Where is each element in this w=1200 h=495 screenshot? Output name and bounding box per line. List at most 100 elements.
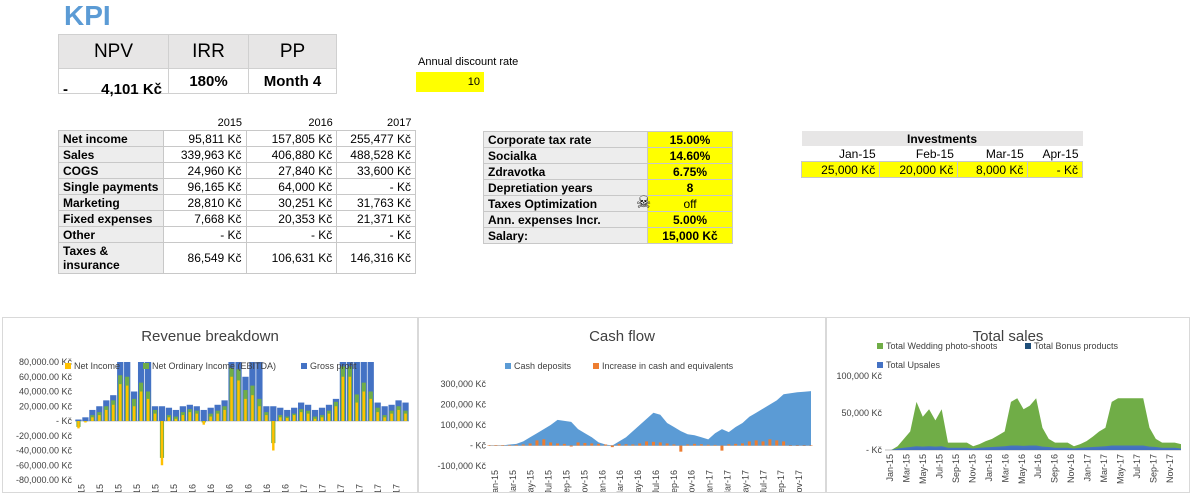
x-tick-label: Mar-17 xyxy=(318,484,328,492)
cell[interactable]: - Kč xyxy=(162,226,247,243)
x-tick-label: Jan-17 xyxy=(705,470,715,492)
param-value[interactable]: 8 xyxy=(647,179,733,196)
cell[interactable]: 33,600 Kč xyxy=(336,162,416,179)
bar xyxy=(270,406,277,421)
legend-swatch xyxy=(65,363,71,369)
param-value[interactable]: off xyxy=(647,195,733,212)
bar xyxy=(782,441,786,446)
bar xyxy=(376,412,379,421)
bar xyxy=(590,443,594,446)
bar xyxy=(576,442,580,446)
bar xyxy=(209,416,212,421)
cell[interactable]: - Kč xyxy=(336,226,416,243)
bar xyxy=(362,391,365,421)
investment-month: Feb-15 xyxy=(915,146,954,161)
cell[interactable]: - Kč xyxy=(336,178,416,195)
bar xyxy=(775,440,779,446)
kpi-irr-value[interactable]: 180% xyxy=(168,68,249,94)
cell[interactable]: 27,840 Kč xyxy=(245,162,338,179)
kpi-table: NPV IRR PP - 4,101 Kč 180% Month 4 xyxy=(58,34,337,98)
cell[interactable]: 95,811 Kč xyxy=(162,130,247,147)
cell[interactable]: 31,763 Kč xyxy=(336,194,416,211)
cell[interactable]: 21,371 Kč xyxy=(336,210,416,227)
x-tick-label: Jul-16 xyxy=(1033,454,1043,479)
cell[interactable]: 86,549 Kč xyxy=(162,242,247,274)
total-sales-chart[interactable]: Total sales 100,000 Kč 50,000 Kč - Kč Jan-1… xyxy=(826,317,1190,493)
kpi-pp-value[interactable]: Month 4 xyxy=(248,68,337,94)
cell[interactable]: 146,316 Kč xyxy=(336,242,416,274)
x-tick-label: Nov-16 xyxy=(280,484,290,492)
kpi-header-npv: NPV xyxy=(58,34,169,69)
param-value[interactable]: 15,000 Kč xyxy=(647,227,733,244)
param-value[interactable]: 6.75% xyxy=(647,163,733,180)
y-tick-label: -60,000.00 Kč xyxy=(16,460,73,470)
investment-value[interactable]: 8,000 Kč xyxy=(957,161,1029,178)
bar xyxy=(521,444,525,446)
bar xyxy=(768,439,772,446)
x-tick-label: Jan-15 xyxy=(490,470,500,492)
param-label: Taxes Optimization xyxy=(488,196,598,211)
bar xyxy=(542,439,546,446)
param-value[interactable]: 15.00% xyxy=(647,131,733,148)
x-tick-label: May-17 xyxy=(740,470,750,492)
cash-flow-plot: 300,000 Kč 200,000 Kč 100,000 Kč - Kč -100,0… xyxy=(437,361,813,492)
bar xyxy=(125,385,129,421)
cell[interactable]: 157,805 Kč xyxy=(245,130,338,147)
cell[interactable]: 106,631 Kč xyxy=(245,242,338,274)
x-tick-label: Jan-16 xyxy=(188,484,198,492)
cell[interactable]: 20,353 Kč xyxy=(245,210,338,227)
param-value[interactable]: 14.60% xyxy=(647,147,733,164)
bar xyxy=(132,406,136,421)
cell[interactable]: 24,960 Kč xyxy=(162,162,247,179)
cell[interactable]: 30,251 Kč xyxy=(245,194,338,211)
kpi-header-pp: PP xyxy=(248,34,337,69)
bar xyxy=(216,413,219,421)
y-tick-label: 100,000 Kč xyxy=(440,420,486,430)
bar xyxy=(174,418,178,421)
legend-label: Gross profit xyxy=(310,361,357,371)
param-value[interactable]: 5.00% xyxy=(647,211,733,228)
cell[interactable]: 96,165 Kč xyxy=(162,178,247,195)
y-tick-label: 40,000.00 Kč xyxy=(19,387,73,397)
investment-value[interactable]: 25,000 Kč xyxy=(800,161,881,178)
bar xyxy=(320,417,324,421)
param-label: Corporate tax rate xyxy=(483,131,648,148)
skull-icon[interactable]: ☠ xyxy=(636,193,651,213)
x-tick-label: Sep-17 xyxy=(373,484,383,492)
revenue-breakdown-plot: 80,000.00 Kč 60,000.00 Kč 40,000.00 Kč 20,0… xyxy=(16,357,409,492)
bar xyxy=(98,415,101,421)
bar xyxy=(258,406,261,421)
kpi-npv-cell[interactable]: - 4,101 Kč xyxy=(58,68,169,98)
cell[interactable]: 406,880 Kč xyxy=(245,146,338,163)
x-tick-label: Sep-15 xyxy=(151,484,161,492)
x-tick-label: Mar-15 xyxy=(508,470,518,492)
discount-rate-input[interactable]: 10 xyxy=(416,72,484,92)
cash-flow-chart[interactable]: Cash flow 300,000 Kč 200,000 Kč 100,000 Kč… xyxy=(418,317,826,493)
legend-swatch xyxy=(593,363,599,369)
cell[interactable]: 255,477 Kč xyxy=(336,130,416,147)
revenue-breakdown-chart[interactable]: Revenue breakdown 80,000.00 Kč 60,000.00 … xyxy=(2,317,418,493)
y-tick-label: - Kč xyxy=(470,441,487,451)
investment-value[interactable]: 20,000 Kč xyxy=(879,161,959,178)
param-label: Zdravotka xyxy=(483,163,648,180)
table-row: Single payments 96,165 Kč 64,000 Kč - Kč xyxy=(58,178,416,195)
cell[interactable]: 7,668 Kč xyxy=(162,210,247,227)
row-label: Taxes & insurance xyxy=(58,242,164,274)
investment-value[interactable]: - Kč xyxy=(1027,161,1083,178)
cell[interactable]: 339,963 Kč xyxy=(162,146,247,163)
cell[interactable]: - Kč xyxy=(245,226,338,243)
param-label-taxes-optimization: Taxes Optimization ☠ xyxy=(483,193,651,213)
cell[interactable]: 64,000 Kč xyxy=(245,178,338,195)
x-tick-label: Jul-17 xyxy=(355,484,365,492)
cell[interactable]: 28,810 Kč xyxy=(162,194,247,211)
y-tick-label: 300,000 Kč xyxy=(440,379,486,389)
x-tick-label: Jul-17 xyxy=(1132,454,1142,479)
bar xyxy=(306,413,310,421)
bar xyxy=(286,418,289,421)
cell[interactable]: 488,528 Kč xyxy=(336,146,416,163)
x-tick-label: Jul-16 xyxy=(651,470,661,492)
y-tick-label: 80,000.00 Kč xyxy=(19,357,73,367)
bar xyxy=(651,441,655,446)
bar xyxy=(91,417,94,421)
legend-label: Total Upsales xyxy=(886,360,941,370)
